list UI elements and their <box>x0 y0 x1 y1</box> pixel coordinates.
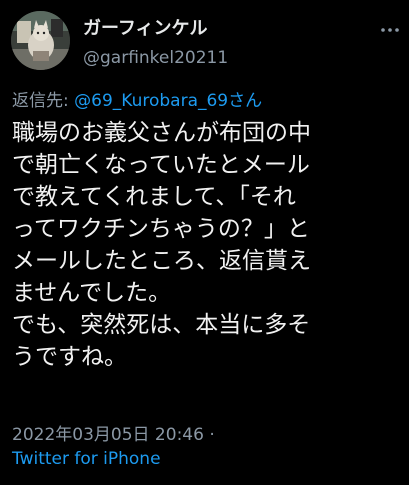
more-options-button[interactable] <box>378 18 402 42</box>
reply-target-link[interactable]: @69_Kurobara_69さん <box>74 91 262 111</box>
tweet-text-line: で教えてくれまして、「それ <box>12 184 296 210</box>
tweet-text-line: でも、突然死は、本当に多そ <box>12 312 311 338</box>
tweet-text-line: ませんでした。 <box>12 280 172 306</box>
tweet-text-line: 職場のお義父さんが布団の中 <box>12 120 311 146</box>
tweet-text-line: うですね。 <box>12 344 127 370</box>
more-dots-icon <box>381 28 399 32</box>
tweet-timestamp[interactable]: 2022年03月05日 20:46 · <box>12 420 215 445</box>
avatar[interactable] <box>11 11 70 70</box>
tweet-text-line: ってワクチンちゃうの？」と <box>12 216 310 242</box>
reply-prefix: 返信先: <box>12 91 75 111</box>
tweet-text: 職場のお義父さんが布団の中 で朝亡くなっていたとメール で教えてくれまして、「そ… <box>12 117 404 373</box>
reply-to-line: 返信先: @69_Kurobara_69さん <box>12 86 262 111</box>
user-handle[interactable]: @garfinkel20211 <box>83 48 228 68</box>
cat-avatar-image <box>11 11 70 70</box>
tweet-source-link[interactable]: Twitter for iPhone <box>12 449 161 469</box>
tweet-text-line: メールしたところ、返信貰え <box>12 248 311 274</box>
tweet-text-line: で朝亡くなっていたとメール <box>12 152 310 178</box>
tweet-card: ガーフィンケル @garfinkel20211 返信先: @69_Kurobar… <box>0 0 409 485</box>
display-name[interactable]: ガーフィンケル <box>83 14 208 40</box>
